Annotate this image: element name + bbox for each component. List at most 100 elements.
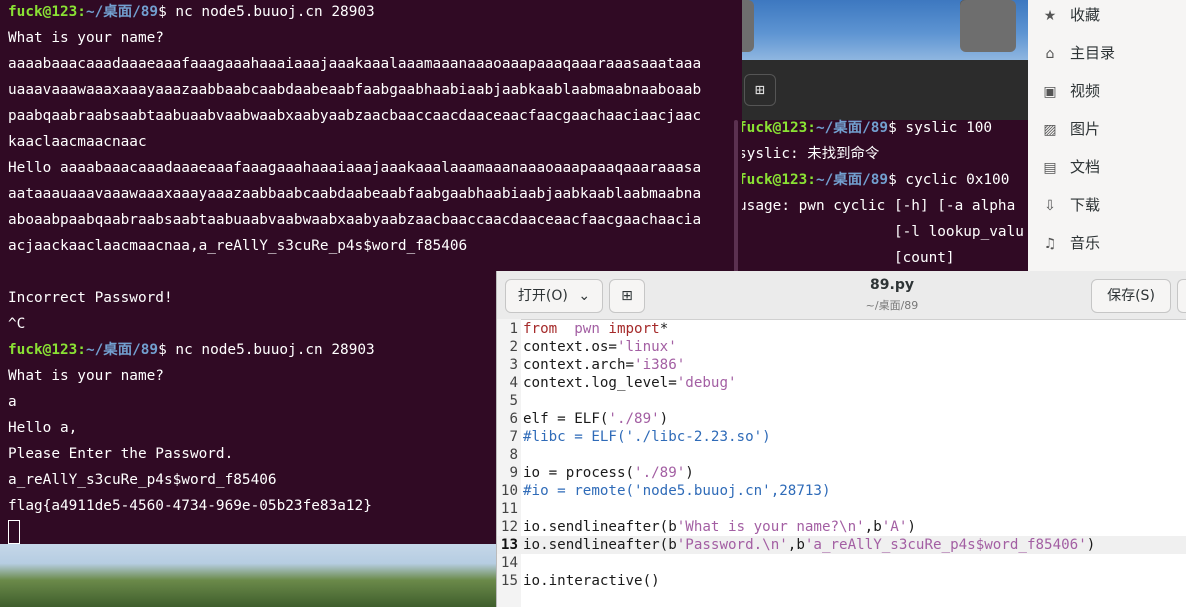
code-token: io = process( [523, 465, 635, 481]
code-line: 9 io = process('./89') [497, 464, 1186, 482]
code-line: 3 context.arch='i386' [497, 356, 1186, 374]
code-token: 'A' [881, 519, 908, 535]
line-number: 14 [500, 555, 518, 571]
code-line: 6 elf = ELF('./89') [497, 410, 1186, 428]
line-number: 8 [509, 447, 518, 463]
output-line: aataaauaaavaaawaaaxaaayaaazaabbaabcaabda… [8, 186, 702, 202]
prompt-line: fuck@123:~/桌面/89$ syslic 100 [742, 115, 992, 141]
output-line: paabqaabraabsaabtaabuaabvaabwaabxaabyaab… [8, 108, 702, 124]
menu-button[interactable] [1177, 279, 1186, 313]
document-icon: ▤ [1043, 160, 1057, 176]
sidebar-item[interactable]: ▨ 图片 [1040, 110, 1100, 148]
code-token: pwn [574, 321, 600, 337]
folder-icon[interactable] [960, 0, 1016, 52]
code-token: './89' [634, 465, 686, 481]
line-number: 4 [509, 375, 518, 391]
code-text: #io = remote('node5.buuoj.cn',28713) [523, 482, 831, 500]
code-token: #libc = ELF('./libc-2.23.so') [523, 429, 771, 445]
sidebar-item-label: 音乐 [1070, 234, 1101, 252]
code-token: #io = remote('node5.buuoj.cn',28713) [523, 483, 831, 499]
folder-icon[interactable] [742, 0, 754, 52]
command-text: $ nc node5.buuoj.cn 28903 [158, 342, 375, 358]
line-number: 13 [500, 537, 518, 553]
file-manager-sidebar: ★ 收藏 ⌂ 主目录 ▣ 视频 ▨ 图片 ▤ 文档 ⇩ 下载 ♫ 音乐 [1028, 0, 1186, 272]
sidebar-item-label: 图片 [1070, 120, 1101, 138]
prompt-user: fuck@123: [742, 172, 816, 188]
code-token: context.os= [523, 339, 617, 355]
new-tab-icon[interactable]: ⊞ [609, 279, 645, 313]
prompt-path: ~/桌面/89 [85, 4, 159, 20]
code-token: ) [659, 411, 669, 427]
line-number: 6 [509, 411, 518, 427]
output-line: aaaabaaacaaadaaaeaaafaaagaaahaaaiaaajaaa… [8, 56, 702, 72]
code-token: ) [907, 519, 916, 535]
picture-icon: ▨ [1043, 122, 1057, 138]
code-token: import [599, 321, 660, 337]
line-number: 15 [500, 573, 518, 589]
code-line: 5 [497, 392, 1186, 410]
code-line: 14 [497, 554, 1186, 572]
prompt-line: fuck@123:~/桌面/89$ nc node5.buuoj.cn 2890… [8, 337, 375, 363]
code-token: context.arch= [523, 357, 635, 373]
code-text: elf = ELF('./89') [523, 410, 668, 428]
file-path: ~/桌面/89 [865, 299, 919, 312]
editor-headerbar: 打开(O) ⌄ ⊞ 89.py ~/桌面/89 保存(S) [497, 271, 1186, 320]
prompt-user: fuck@123: [8, 4, 86, 20]
save-button[interactable]: 保存(S) [1091, 279, 1171, 313]
open-label: 打开(O) [517, 288, 568, 304]
output-line: uaaavaaawaaaxaaayaaazaabbaabcaabdaabeaab… [8, 82, 702, 98]
output-line: aboaabpaabqaabraabsaabtaabuaabvaabwaabxa… [8, 212, 702, 228]
line-number: 12 [500, 519, 518, 535]
code-token: from [523, 321, 558, 337]
output-line: Incorrect Password! [8, 290, 173, 306]
code-line: 13 io.sendlineafter(b'Password.\n',b'a_re… [497, 536, 1186, 554]
code-line: 12 io.sendlineafter(b'What is your name?\… [497, 518, 1186, 536]
code-text: from pwn import* [523, 320, 668, 338]
open-button[interactable]: 打开(O) ⌄ [505, 279, 603, 313]
text-editor-window: 打开(O) ⌄ ⊞ 89.py ~/桌面/89 保存(S) 1 from pwn … [496, 271, 1186, 607]
output-line: a_reAllY_s3cuRe_p4s$word_f85406 [8, 472, 277, 488]
output-line: [-l lookup_valu [742, 224, 1024, 240]
output-line [8, 519, 20, 545]
sidebar-item[interactable]: ♫ 音乐 [1040, 224, 1100, 262]
prompt-user: fuck@123: [8, 342, 86, 358]
code-token: 'a_reAllY_s3cuRe_p4s$word_f85406' [804, 537, 1087, 553]
code-line: 10 #io = remote('node5.buuoj.cn',28713) [497, 482, 1186, 500]
sidebar-item[interactable]: ⌂ 主目录 [1040, 34, 1115, 72]
output-line: kaaclaacmaacnaac [8, 134, 147, 150]
output-line: acjaackaaclaacmaacnaa,a_reAllY_s3cuRe_p4… [8, 238, 468, 254]
line-number: 7 [509, 429, 518, 445]
sidebar-item[interactable]: ★ 收藏 [1040, 0, 1100, 34]
code-line: 4 context.log_level='debug' [497, 374, 1186, 392]
code-token: 'debug' [676, 375, 737, 391]
chevron-down-icon: ⌄ [578, 288, 591, 304]
code-token: ) [685, 465, 694, 481]
video-icon: ▣ [1043, 84, 1057, 100]
prompt-user: fuck@123: [742, 120, 816, 136]
command-text: $ nc node5.buuoj.cn 28903 [158, 4, 375, 20]
code-token: io.sendlineafter(b [523, 519, 677, 535]
sidebar-item[interactable]: ⇩ 下载 [1040, 186, 1100, 224]
new-tab-icon[interactable]: ⊞ [744, 74, 776, 106]
prompt-path: ~/桌面/89 [815, 120, 889, 136]
line-number: 9 [509, 465, 518, 481]
command-text: $ syslic 100 [888, 120, 993, 136]
sidebar-item[interactable]: ▤ 文档 [1040, 148, 1100, 186]
code-line: 11 [497, 500, 1186, 518]
sidebar-item-label: 下载 [1070, 196, 1101, 214]
output-line: Please Enter the Password. [8, 446, 234, 462]
line-number: 11 [500, 501, 518, 517]
prompt-path: ~/桌面/89 [815, 172, 889, 188]
output-line: syslic: 未找到命令 [742, 146, 880, 162]
line-number: 5 [509, 393, 518, 409]
terminal-window-secondary[interactable]: ⊞ fuck@123:~/桌面/89$ syslic 100 syslic: 未找… [742, 60, 1028, 272]
star-icon: ★ [1043, 8, 1057, 24]
line-number: 2 [509, 339, 518, 355]
line-number: 1 [509, 321, 518, 337]
code-token: * [659, 321, 669, 337]
code-token: 'What is your name?\n' [676, 519, 865, 535]
sidebar-item[interactable]: ▣ 视频 [1040, 72, 1100, 110]
command-text: $ cyclic 0x100 [888, 172, 1010, 188]
code-line: 15 io.interactive() [497, 572, 1186, 590]
